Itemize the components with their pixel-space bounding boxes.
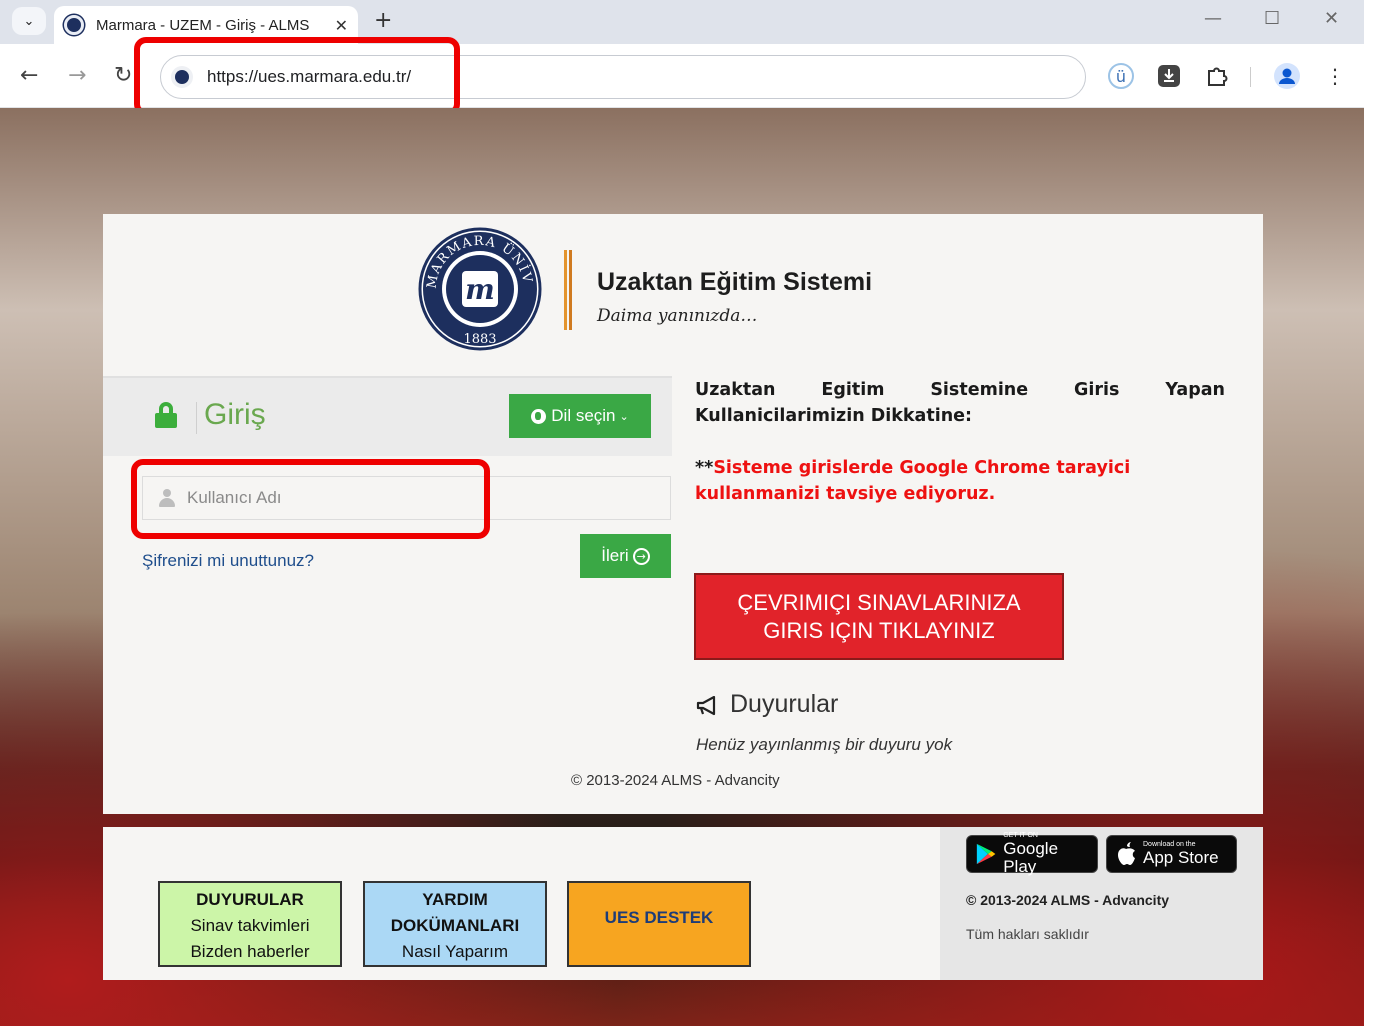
next-button-label: İleri [601, 546, 629, 565]
browser-warning-text: Sisteme girislerde Google Chrome tarayic… [695, 458, 1131, 504]
extensions-puzzle-icon[interactable] [1202, 61, 1232, 91]
reload-button[interactable]: ↻ [114, 63, 132, 88]
close-window-button[interactable]: ✕ [1324, 8, 1339, 29]
toolbar-divider [1250, 67, 1251, 87]
globe-icon [531, 408, 547, 424]
svg-text:ü: ü [1116, 67, 1126, 86]
footer-box-line: Nasıl Yaparım [401, 942, 509, 961]
extension-u-icon[interactable]: ü [1106, 61, 1136, 91]
username-highlight-annotation [131, 459, 490, 539]
app-store-big-text: App Store [1143, 848, 1219, 867]
footer-box-title: DUYURULAR [196, 890, 304, 909]
profile-avatar-icon[interactable] [1272, 61, 1302, 91]
footer-box-title: UES DESTEK [604, 908, 714, 927]
footer-rights: Tüm hakları saklıdır [966, 926, 1089, 942]
footer-box-line: Sinav takvimleri [190, 916, 310, 935]
exam-button-line2: GIRIS IÇIN TIKLAYINIZ [763, 617, 995, 643]
footer-box-line: Bizden haberler [190, 942, 310, 961]
notice-stars: ** [695, 458, 714, 478]
next-button[interactable]: İleri → [580, 534, 671, 578]
logo-year: 1883 [463, 332, 496, 347]
marmara-university-logo: MARMARA ÜNİVERSİTESİ 1883 m [412, 214, 542, 351]
minimize-button[interactable]: — [1204, 8, 1222, 29]
url-highlight-annotation [134, 37, 460, 116]
footer-announcements-box[interactable]: DUYURULAR Sinav takvimleri Bizden haberl… [158, 881, 342, 967]
announcements-title: Duyurular [730, 690, 839, 718]
new-tab-button[interactable]: + [374, 8, 392, 33]
google-play-badge[interactable]: GET IT ON Google Play [966, 832, 1098, 876]
system-slogan: Daima yanınızda… [597, 306, 758, 326]
notice-title: Uzaktan Egitim Sistemine Giris Yapan Kul… [695, 380, 1225, 426]
apple-icon [1118, 842, 1135, 865]
arrow-right-circle-icon: → [632, 547, 650, 565]
announcements-empty-text: Henüz yayınlanmış bir duyuru yok [696, 735, 953, 754]
logo-divider-2 [569, 250, 572, 330]
tab-title: Marmara - UZEM - Giriş - ALMS [96, 16, 310, 34]
footer-copyright: © 2013-2024 ALMS - Advancity [966, 892, 1170, 908]
forgot-password-link[interactable]: Şifrenizi mi unuttunuz? [142, 551, 314, 571]
google-play-icon [976, 843, 996, 865]
back-button[interactable]: ← [20, 63, 38, 88]
tab-search-button[interactable]: ⌄ [12, 7, 46, 35]
tab-close-icon[interactable]: ✕ [335, 16, 348, 35]
logo-divider [564, 250, 567, 330]
login-title: Giriş [204, 398, 266, 431]
menu-kebab-icon[interactable]: ⋮ [1320, 61, 1350, 91]
online-exam-button[interactable]: ÇEVRIMIÇI SINAVLARINIZA GIRIS IÇIN TIKLA… [694, 573, 1064, 660]
megaphone-icon [695, 695, 719, 716]
exam-button-line1: ÇEVRIMIÇI SINAVLARINIZA [737, 589, 1021, 615]
forward-button[interactable]: → [68, 63, 86, 88]
window-right-strip [1364, 0, 1384, 1026]
app-store-badge[interactable]: Download on the App Store [1106, 835, 1237, 873]
footer-help-docs-box[interactable]: YARDIM DOKÜMANLARI Nasıl Yaparım [363, 881, 547, 967]
logo-monogram: m [465, 273, 495, 306]
footer-box-subtitle: DOKÜMANLARI [390, 916, 520, 935]
chevron-down-icon: ⌄ [619, 409, 629, 423]
lock-icon [155, 402, 177, 428]
card-copyright: © 2013-2024 ALMS - Advancity [571, 772, 780, 789]
footer-support-box[interactable]: UES DESTEK [567, 881, 751, 967]
system-title: Uzaktan Eğitim Sistemi [597, 268, 873, 296]
language-button-label: Dil seçin [551, 406, 616, 425]
browser-warning: **Sisteme girislerde Google Chrome taray… [695, 455, 1225, 507]
maximize-button[interactable]: ☐ [1264, 8, 1280, 29]
site-favicon-icon [64, 15, 84, 35]
download-extension-icon[interactable] [1154, 61, 1184, 91]
language-select-button[interactable]: Dil seçin ⌄ [509, 394, 651, 438]
google-play-big-text: Google Play [1003, 839, 1059, 876]
footer-box-title: YARDIM [422, 890, 488, 909]
login-title-separator [196, 402, 197, 434]
